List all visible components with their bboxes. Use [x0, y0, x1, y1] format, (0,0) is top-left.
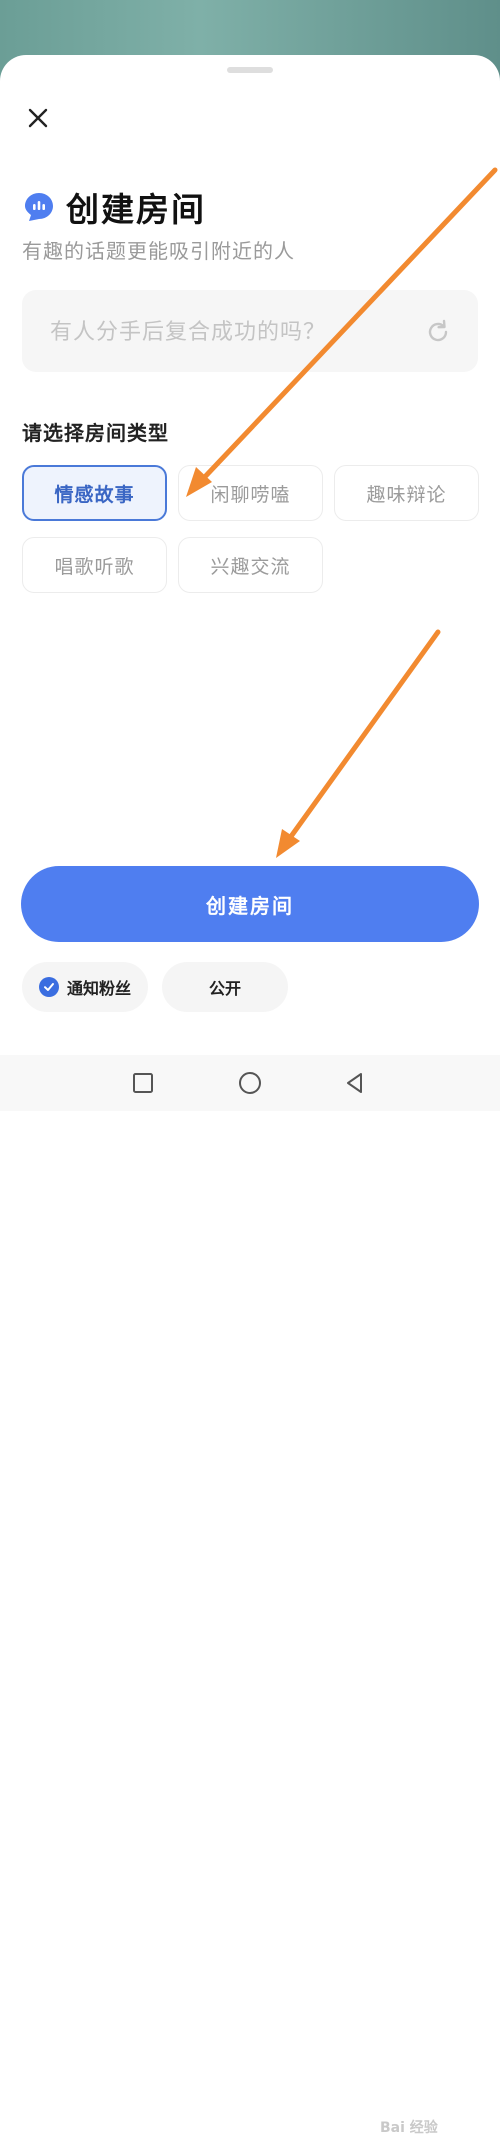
circle-icon [239, 1072, 261, 1094]
room-type-chip-emotion[interactable]: 情感故事 [22, 465, 167, 521]
visibility-selector[interactable]: 公开 [162, 962, 288, 1012]
topic-placeholder: 有人分手后复合成功的吗？ [50, 320, 327, 345]
notify-fans-toggle[interactable]: 通知粉丝 [22, 962, 148, 1012]
chat-bubble-icon [25, 193, 53, 221]
back-button[interactable] [341, 1069, 369, 1097]
title-row: 创建房间 [22, 185, 206, 229]
refresh-topic-button[interactable] [422, 316, 454, 348]
create-room-button[interactable]: 创建房间 [21, 866, 479, 942]
create-room-sheet: 创建房间 有趣的话题更能吸引附近的人 有人分手后复合成功的吗？ 请选择房间类型 … [0, 55, 500, 1055]
sheet-drag-handle[interactable] [227, 67, 273, 73]
home-button[interactable] [236, 1069, 264, 1097]
triangle-back-icon [347, 1073, 362, 1093]
room-type-label: 请选择房间类型 [22, 421, 169, 445]
page-title: 创建房间 [66, 190, 206, 229]
square-icon [133, 1073, 153, 1093]
close-icon [28, 108, 48, 128]
notify-fans-label: 通知粉丝 [66, 979, 131, 998]
system-nav-bar: Bai 经验 [0, 1055, 500, 2136]
room-type-chip-debate[interactable]: 趣味辩论 [334, 465, 479, 521]
recent-apps-button[interactable] [129, 1069, 157, 1097]
visibility-label: 公开 [208, 979, 241, 998]
page-subtitle: 有趣的话题更能吸引附近的人 [22, 239, 295, 263]
room-type-chip-singing[interactable]: 唱歌听歌 [22, 537, 167, 593]
close-button[interactable] [22, 102, 54, 134]
topic-input[interactable]: 有人分手后复合成功的吗？ [22, 290, 478, 372]
room-type-chip-interest[interactable]: 兴趣交流 [178, 537, 323, 593]
check-icon [38, 977, 59, 997]
refresh-icon [428, 319, 448, 342]
room-type-chip-chat[interactable]: 闲聊唠嗑 [178, 465, 323, 521]
watermark: Bai 经验 [380, 2120, 438, 2136]
